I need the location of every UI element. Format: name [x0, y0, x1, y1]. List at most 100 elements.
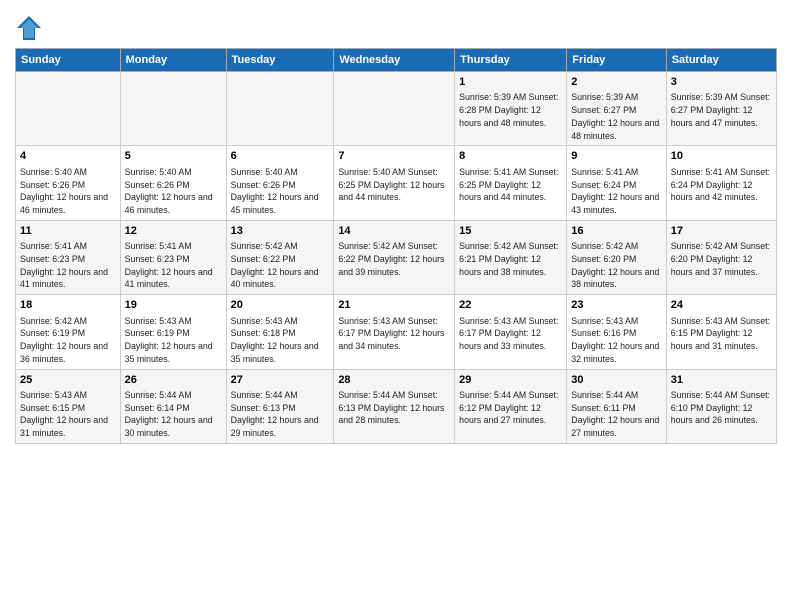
day-info: Sunrise: 5:43 AM Sunset: 6:19 PM Dayligh… [125, 315, 222, 366]
day-number: 9 [571, 149, 661, 164]
day-number: 19 [125, 298, 222, 313]
calendar-cell: 6 Sunrise: 5:40 AM Sunset: 6:26 PM Daylig… [226, 146, 334, 220]
day-number: 27 [231, 373, 330, 388]
calendar-body: 1Sunrise: 5:39 AM Sunset: 6:28 PM Daylig… [16, 72, 777, 444]
day-number: 8 [459, 149, 562, 164]
day-number: 6 [231, 149, 330, 164]
day-info: Sunrise: 5:42 AM Sunset: 6:20 PM Dayligh… [671, 240, 772, 278]
calendar-cell: 10 Sunrise: 5:41 AM Sunset: 6:24 PM Dayli… [666, 146, 776, 220]
calendar-cell: 4 Sunrise: 5:40 AM Sunset: 6:26 PM Daylig… [16, 146, 121, 220]
calendar-week-row: 1Sunrise: 5:39 AM Sunset: 6:28 PM Daylig… [16, 72, 777, 146]
day-info: Sunrise: 5:44 AM Sunset: 6:13 PM Dayligh… [231, 389, 330, 440]
calendar-cell: 17Sunrise: 5:42 AM Sunset: 6:20 PM Dayli… [666, 220, 776, 294]
day-number: 25 [20, 373, 116, 388]
day-number: 4 [20, 149, 116, 164]
calendar-cell: 11Sunrise: 5:41 AM Sunset: 6:23 PM Dayli… [16, 220, 121, 294]
day-number: 2 [571, 75, 661, 90]
day-info: Sunrise: 5:42 AM Sunset: 6:22 PM Dayligh… [231, 240, 330, 291]
calendar-week-row: 4 Sunrise: 5:40 AM Sunset: 6:26 PM Daylig… [16, 146, 777, 220]
day-number: 5 [125, 149, 222, 164]
header-row: SundayMondayTuesdayWednesdayThursdayFrid… [16, 49, 777, 72]
calendar-cell: 1Sunrise: 5:39 AM Sunset: 6:28 PM Daylig… [455, 72, 567, 146]
day-info: Sunrise: 5:40 AM Sunset: 6:26 PM Dayligh… [231, 166, 330, 217]
calendar-cell: 14Sunrise: 5:42 AM Sunset: 6:22 PM Dayli… [334, 220, 455, 294]
calendar-cell [120, 72, 226, 146]
day-info: Sunrise: 5:43 AM Sunset: 6:17 PM Dayligh… [338, 315, 450, 353]
day-number: 14 [338, 224, 450, 239]
calendar-cell: 18Sunrise: 5:42 AM Sunset: 6:19 PM Dayli… [16, 295, 121, 369]
day-info: Sunrise: 5:39 AM Sunset: 6:27 PM Dayligh… [671, 91, 772, 129]
weekday-header: Tuesday [226, 49, 334, 72]
day-info: Sunrise: 5:43 AM Sunset: 6:16 PM Dayligh… [571, 315, 661, 366]
day-number: 30 [571, 373, 661, 388]
weekday-header: Friday [567, 49, 666, 72]
day-info: Sunrise: 5:41 AM Sunset: 6:24 PM Dayligh… [671, 166, 772, 204]
day-info: Sunrise: 5:41 AM Sunset: 6:23 PM Dayligh… [20, 240, 116, 291]
day-info: Sunrise: 5:39 AM Sunset: 6:28 PM Dayligh… [459, 91, 562, 129]
day-number: 22 [459, 298, 562, 313]
calendar-cell: 3Sunrise: 5:39 AM Sunset: 6:27 PM Daylig… [666, 72, 776, 146]
day-info: Sunrise: 5:44 AM Sunset: 6:13 PM Dayligh… [338, 389, 450, 427]
day-info: Sunrise: 5:41 AM Sunset: 6:24 PM Dayligh… [571, 166, 661, 217]
calendar-cell: 13Sunrise: 5:42 AM Sunset: 6:22 PM Dayli… [226, 220, 334, 294]
calendar-cell: 7 Sunrise: 5:40 AM Sunset: 6:25 PM Daylig… [334, 146, 455, 220]
calendar-page: SundayMondayTuesdayWednesdayThursdayFrid… [0, 0, 792, 612]
calendar-cell: 8 Sunrise: 5:41 AM Sunset: 6:25 PM Daylig… [455, 146, 567, 220]
calendar-cell: 16Sunrise: 5:42 AM Sunset: 6:20 PM Dayli… [567, 220, 666, 294]
day-info: Sunrise: 5:40 AM Sunset: 6:25 PM Dayligh… [338, 166, 450, 204]
calendar-cell [226, 72, 334, 146]
day-info: Sunrise: 5:44 AM Sunset: 6:10 PM Dayligh… [671, 389, 772, 427]
calendar-cell: 19 Sunrise: 5:43 AM Sunset: 6:19 PM Dayli… [120, 295, 226, 369]
day-number: 29 [459, 373, 562, 388]
day-number: 16 [571, 224, 661, 239]
logo-icon [15, 14, 43, 42]
day-info: Sunrise: 5:44 AM Sunset: 6:14 PM Dayligh… [125, 389, 222, 440]
day-number: 21 [338, 298, 450, 313]
calendar-cell: 30Sunrise: 5:44 AM Sunset: 6:11 PM Dayli… [567, 369, 666, 443]
day-info: Sunrise: 5:40 AM Sunset: 6:26 PM Dayligh… [20, 166, 116, 217]
day-info: Sunrise: 5:41 AM Sunset: 6:25 PM Dayligh… [459, 166, 562, 204]
day-info: Sunrise: 5:42 AM Sunset: 6:22 PM Dayligh… [338, 240, 450, 278]
weekday-header: Saturday [666, 49, 776, 72]
calendar-header: SundayMondayTuesdayWednesdayThursdayFrid… [16, 49, 777, 72]
calendar-cell: 2Sunrise: 5:39 AM Sunset: 6:27 PM Daylig… [567, 72, 666, 146]
calendar-cell: 9 Sunrise: 5:41 AM Sunset: 6:24 PM Daylig… [567, 146, 666, 220]
day-info: Sunrise: 5:43 AM Sunset: 6:17 PM Dayligh… [459, 315, 562, 353]
calendar-cell: 29Sunrise: 5:44 AM Sunset: 6:12 PM Dayli… [455, 369, 567, 443]
weekday-header: Monday [120, 49, 226, 72]
day-info: Sunrise: 5:44 AM Sunset: 6:11 PM Dayligh… [571, 389, 661, 440]
calendar-cell: 22 Sunrise: 5:43 AM Sunset: 6:17 PM Dayli… [455, 295, 567, 369]
day-number: 26 [125, 373, 222, 388]
day-info: Sunrise: 5:41 AM Sunset: 6:23 PM Dayligh… [125, 240, 222, 291]
day-info: Sunrise: 5:43 AM Sunset: 6:15 PM Dayligh… [671, 315, 772, 353]
day-number: 18 [20, 298, 116, 313]
calendar-cell: 23 Sunrise: 5:43 AM Sunset: 6:16 PM Dayli… [567, 295, 666, 369]
logo [15, 14, 47, 42]
day-info: Sunrise: 5:43 AM Sunset: 6:18 PM Dayligh… [231, 315, 330, 366]
day-number: 23 [571, 298, 661, 313]
weekday-header: Sunday [16, 49, 121, 72]
calendar-cell [334, 72, 455, 146]
day-number: 3 [671, 75, 772, 90]
day-number: 28 [338, 373, 450, 388]
calendar-cell: 25Sunrise: 5:43 AM Sunset: 6:15 PM Dayli… [16, 369, 121, 443]
day-info: Sunrise: 5:44 AM Sunset: 6:12 PM Dayligh… [459, 389, 562, 427]
calendar-cell: 15Sunrise: 5:42 AM Sunset: 6:21 PM Dayli… [455, 220, 567, 294]
day-number: 15 [459, 224, 562, 239]
calendar-week-row: 25Sunrise: 5:43 AM Sunset: 6:15 PM Dayli… [16, 369, 777, 443]
day-number: 24 [671, 298, 772, 313]
calendar-cell: 27Sunrise: 5:44 AM Sunset: 6:13 PM Dayli… [226, 369, 334, 443]
day-number: 7 [338, 149, 450, 164]
day-number: 31 [671, 373, 772, 388]
day-info: Sunrise: 5:42 AM Sunset: 6:21 PM Dayligh… [459, 240, 562, 278]
calendar-week-row: 18Sunrise: 5:42 AM Sunset: 6:19 PM Dayli… [16, 295, 777, 369]
day-number: 12 [125, 224, 222, 239]
day-number: 10 [671, 149, 772, 164]
weekday-header: Wednesday [334, 49, 455, 72]
day-number: 11 [20, 224, 116, 239]
calendar-cell: 21 Sunrise: 5:43 AM Sunset: 6:17 PM Dayli… [334, 295, 455, 369]
header [15, 10, 777, 42]
weekday-header: Thursday [455, 49, 567, 72]
calendar-cell: 26Sunrise: 5:44 AM Sunset: 6:14 PM Dayli… [120, 369, 226, 443]
calendar-week-row: 11Sunrise: 5:41 AM Sunset: 6:23 PM Dayli… [16, 220, 777, 294]
